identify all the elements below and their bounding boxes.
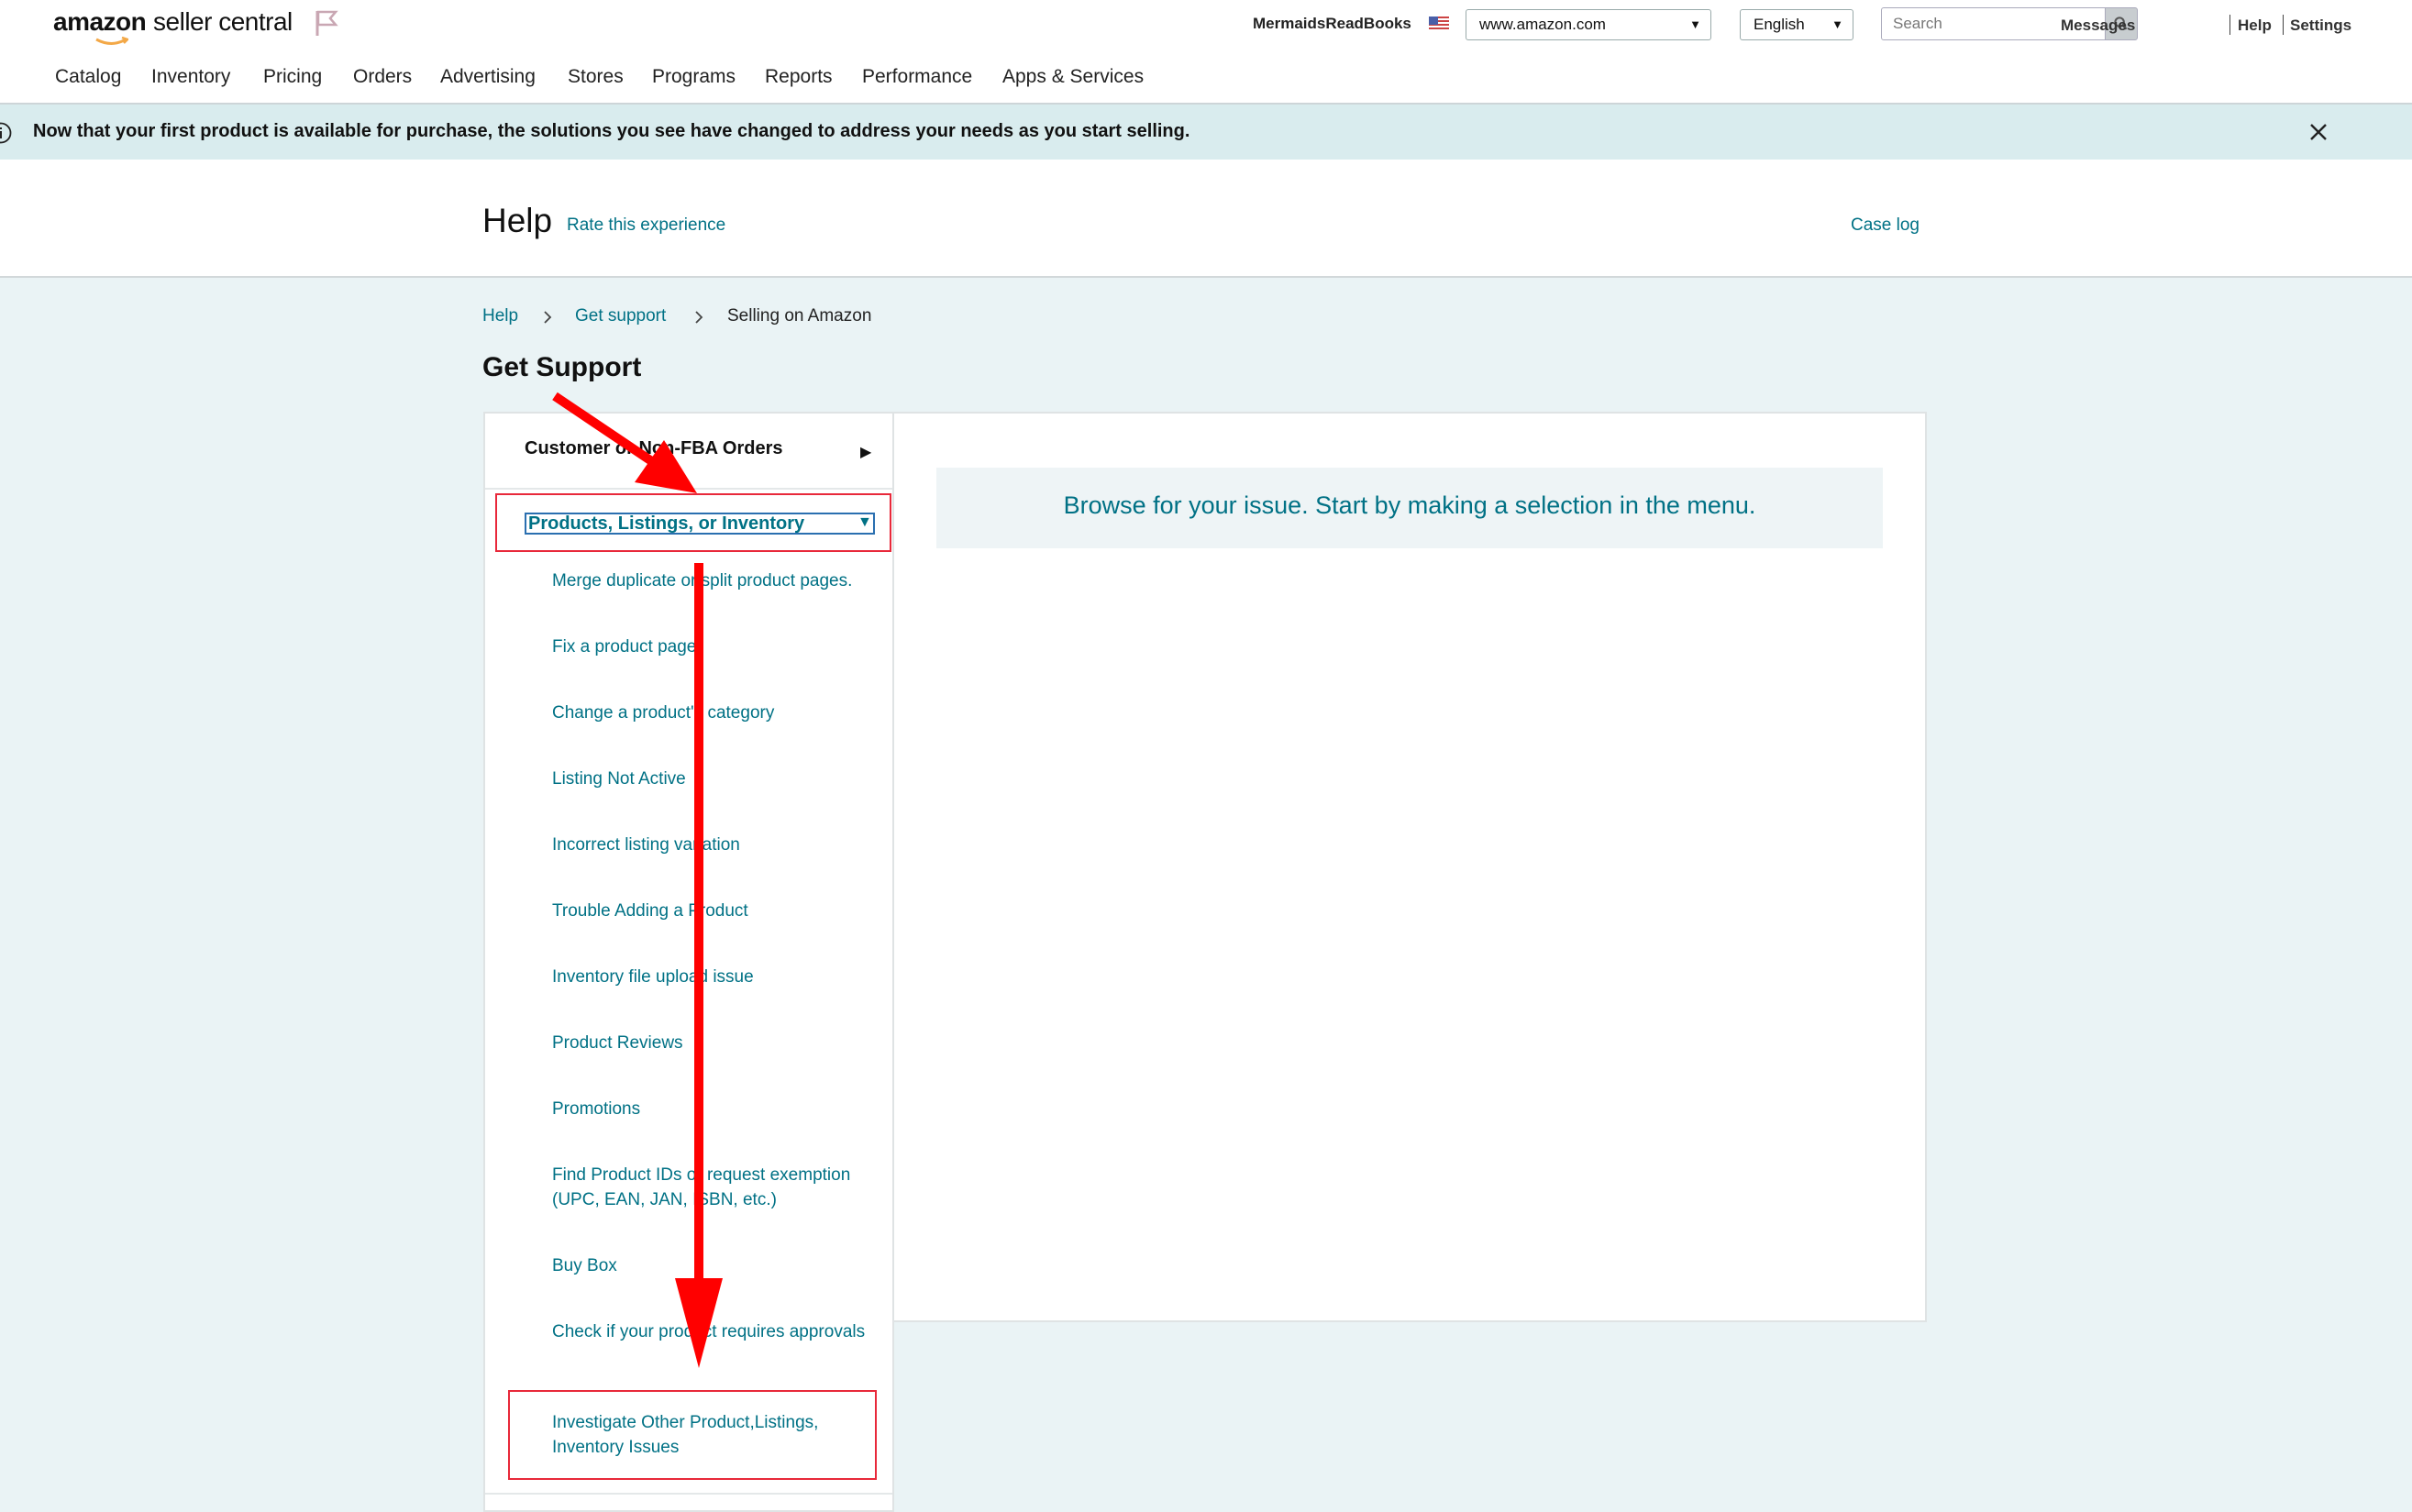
amazon-smile-icon (95, 37, 128, 45)
banner-message: Now that your first product is available… (33, 121, 1190, 141)
chevron-down-icon: ▼ (1689, 17, 1701, 31)
divider (485, 1493, 892, 1495)
nav-performance[interactable]: Performance (862, 66, 972, 88)
nav-stores[interactable]: Stores (568, 66, 624, 88)
subitem-product-reviews[interactable]: Product Reviews (552, 1031, 882, 1055)
seller-central-logo[interactable]: amazon seller central (53, 7, 293, 44)
subitem-change-category[interactable]: Change a product's category (552, 701, 882, 725)
help-header (0, 160, 2412, 278)
subitem-fix-product-page[interactable]: Fix a product page (552, 635, 882, 659)
logo-amazon-text: amazon (53, 7, 147, 36)
help-title: Help (482, 202, 553, 239)
breadcrumb-get-support[interactable]: Get support (575, 306, 666, 326)
nav-catalog[interactable]: Catalog (55, 66, 121, 88)
help-link[interactable]: Help (2238, 17, 2272, 35)
subitem-inventory-upload-issue[interactable]: Inventory file upload issue (552, 965, 882, 989)
subitem-incorrect-variation[interactable]: Incorrect listing variation (552, 833, 882, 857)
flag-icon[interactable] (314, 9, 339, 37)
divider (2283, 15, 2284, 35)
info-icon (0, 122, 12, 144)
marketplace-value: www.amazon.com (1479, 16, 1606, 33)
close-icon[interactable] (2307, 121, 2329, 143)
nav-programs[interactable]: Programs (652, 66, 736, 88)
settings-link[interactable]: Settings (2290, 17, 2351, 35)
chevron-down-icon: ▼ (1831, 17, 1843, 31)
divider (2229, 15, 2230, 35)
subitem-listing-not-active[interactable]: Listing Not Active (552, 767, 882, 791)
language-value: English (1754, 16, 1805, 33)
rate-experience-link[interactable]: Rate this experience (567, 215, 725, 236)
nav-inventory[interactable]: Inventory (151, 66, 230, 88)
messages-link[interactable]: Messages (2061, 17, 2135, 35)
breadcrumb-selling-on-amazon: Selling on Amazon (727, 306, 872, 326)
breadcrumb-help[interactable]: Help (482, 306, 518, 326)
nav-reports[interactable]: Reports (765, 66, 833, 88)
subitem-check-approvals[interactable]: Check if your product requires approvals (552, 1319, 882, 1344)
triangle-right-icon: ▶ (860, 445, 872, 460)
browse-prompt-text: Browse for your issue. Start by making a… (1063, 491, 1756, 519)
chevron-right-icon (695, 311, 703, 324)
nav-orders[interactable]: Orders (353, 66, 412, 88)
annotation-highlight-box (508, 1390, 877, 1480)
divider (485, 488, 892, 490)
nav-apps-services[interactable]: Apps & Services (1002, 66, 1144, 88)
marketplace-select[interactable]: www.amazon.com ▼ (1466, 9, 1711, 40)
subitem-buy-box[interactable]: Buy Box (552, 1253, 882, 1278)
us-flag-icon (1429, 17, 1449, 31)
annotation-highlight-box (495, 493, 891, 552)
store-name[interactable]: MermaidsReadBooks (1253, 15, 1411, 33)
subitem-find-product-ids[interactable]: Find Product IDs or request exemption (U… (552, 1163, 882, 1212)
nav-advertising[interactable]: Advertising (440, 66, 536, 88)
case-log-link[interactable]: Case log (1851, 215, 1920, 236)
subitem-trouble-adding-product[interactable]: Trouble Adding a Product (552, 899, 882, 923)
language-select[interactable]: English ▼ (1740, 9, 1853, 40)
subitem-promotions[interactable]: Promotions (552, 1097, 882, 1121)
nav-pricing[interactable]: Pricing (263, 66, 322, 88)
logo-seller-central-text: seller central (153, 7, 293, 36)
menu-item-customer-orders[interactable]: Customer or Non-FBA Orders (525, 438, 783, 459)
chevron-right-icon (544, 311, 552, 324)
subitem-merge-duplicate[interactable]: Merge duplicate or split product pages. (552, 568, 882, 593)
page-title: Get Support (482, 352, 642, 382)
